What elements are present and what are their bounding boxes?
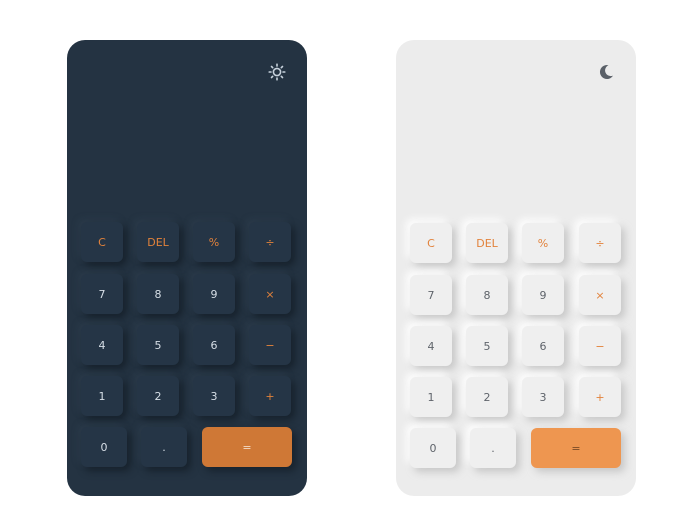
percent-button[interactable]: %: [522, 223, 564, 263]
three-button[interactable]: 3: [522, 377, 564, 417]
six-button[interactable]: 6: [193, 325, 235, 365]
equals-button[interactable]: =: [531, 428, 621, 468]
delete-button[interactable]: DEL: [137, 222, 179, 262]
multiply-button[interactable]: ×: [249, 274, 291, 314]
plus-button[interactable]: +: [579, 377, 621, 417]
divide-button[interactable]: ÷: [579, 223, 621, 263]
minus-button[interactable]: −: [249, 325, 291, 365]
divide-button[interactable]: ÷: [249, 222, 291, 262]
one-button[interactable]: 1: [410, 377, 452, 417]
nine-button[interactable]: 9: [193, 274, 235, 314]
eight-button[interactable]: 8: [137, 274, 179, 314]
equals-button[interactable]: =: [202, 427, 292, 467]
clear-button[interactable]: C: [410, 223, 452, 263]
six-button[interactable]: 6: [522, 326, 564, 366]
delete-button[interactable]: DEL: [466, 223, 508, 263]
keypad: C DEL % ÷ 7 8 9 × 4 5 6 − 1 2 3 + 0 . =: [67, 40, 307, 496]
percent-button[interactable]: %: [193, 222, 235, 262]
two-button[interactable]: 2: [466, 377, 508, 417]
four-button[interactable]: 4: [410, 326, 452, 366]
two-button[interactable]: 2: [137, 376, 179, 416]
five-button[interactable]: 5: [137, 325, 179, 365]
seven-button[interactable]: 7: [81, 274, 123, 314]
keypad: C DEL % ÷ 7 8 9 × 4 5 6 − 1 2 3 + 0 . =: [396, 40, 636, 496]
three-button[interactable]: 3: [193, 376, 235, 416]
seven-button[interactable]: 7: [410, 275, 452, 315]
multiply-button[interactable]: ×: [579, 275, 621, 315]
decimal-button[interactable]: .: [141, 427, 187, 467]
decimal-button[interactable]: .: [470, 428, 516, 468]
calculator-light: C DEL % ÷ 7 8 9 × 4 5 6 − 1 2 3 + 0 . =: [396, 40, 636, 496]
eight-button[interactable]: 8: [466, 275, 508, 315]
minus-button[interactable]: −: [579, 326, 621, 366]
plus-button[interactable]: +: [249, 376, 291, 416]
calculator-dark: C DEL % ÷ 7 8 9 × 4 5 6 − 1 2 3 + 0 . =: [67, 40, 307, 496]
five-button[interactable]: 5: [466, 326, 508, 366]
nine-button[interactable]: 9: [522, 275, 564, 315]
clear-button[interactable]: C: [81, 222, 123, 262]
zero-button[interactable]: 0: [81, 427, 127, 467]
one-button[interactable]: 1: [81, 376, 123, 416]
zero-button[interactable]: 0: [410, 428, 456, 468]
four-button[interactable]: 4: [81, 325, 123, 365]
